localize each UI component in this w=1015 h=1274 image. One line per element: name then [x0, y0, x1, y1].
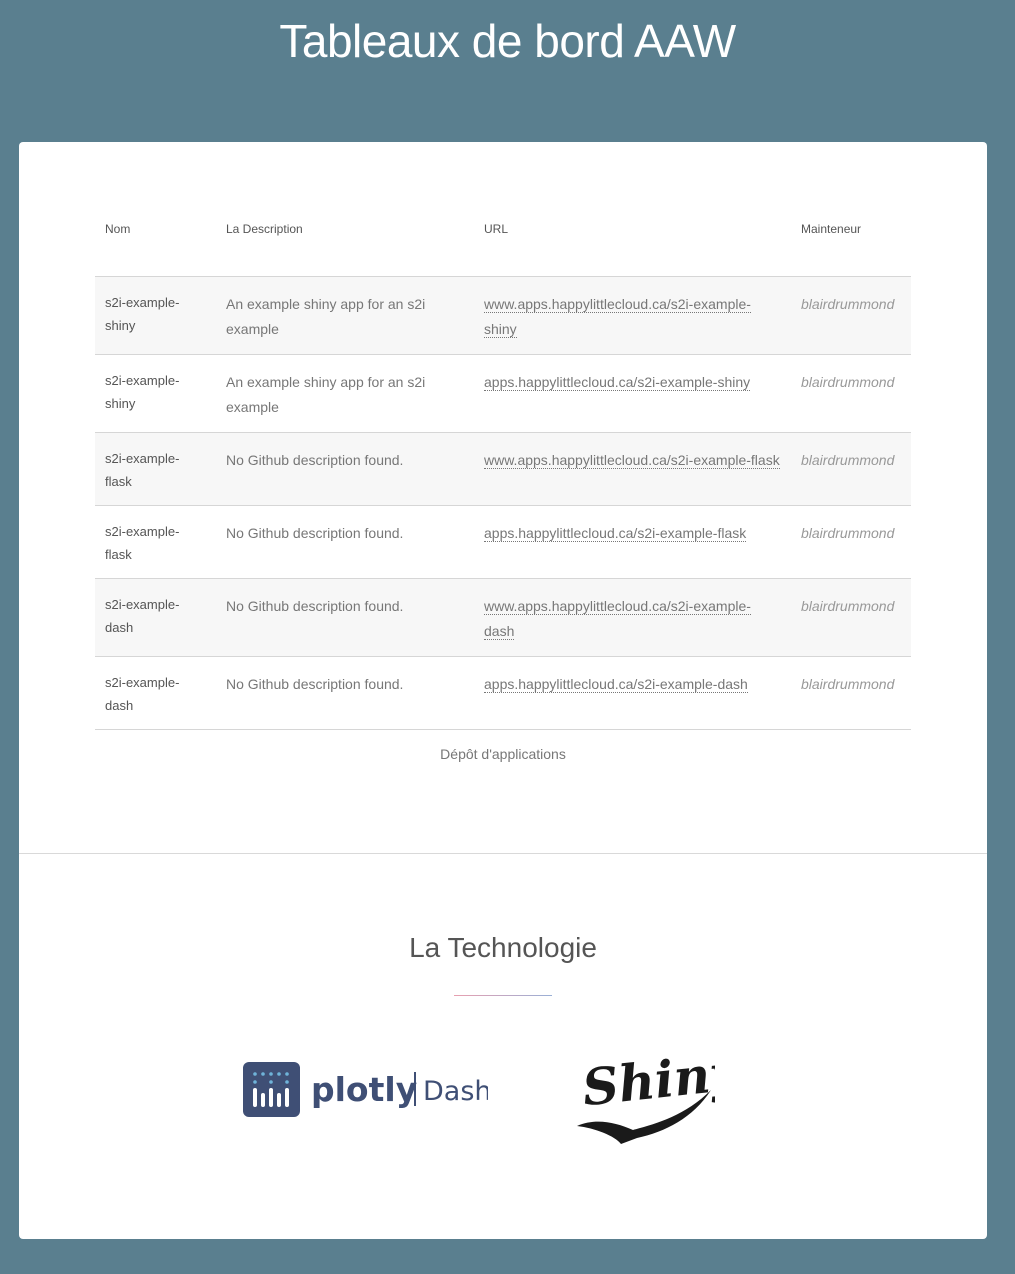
main-card: Nom La Description URL Mainteneur s2i-ex… — [19, 142, 987, 1239]
cell-url-link[interactable]: www.apps.happylittlecloud.ca/s2i-example… — [484, 598, 751, 640]
column-header-maintainer[interactable]: Mainteneur — [791, 202, 911, 277]
table-row: s2i-example-dash No Github description f… — [95, 656, 911, 730]
table-row: s2i-example-shiny An example shiny app f… — [95, 354, 911, 433]
cell-maintainer: blairdrummond — [791, 578, 911, 657]
page-title: Tableaux de bord AAW — [279, 15, 736, 67]
apps-table-container: Nom La Description URL Mainteneur s2i-ex… — [95, 202, 911, 730]
app-repository-link[interactable]: Dépôt d'applications — [19, 746, 987, 762]
cell-url-link[interactable]: www.apps.happylittlecloud.ca/s2i-example… — [484, 452, 780, 469]
cell-maintainer: blairdrummond — [791, 505, 911, 579]
cell-name: s2i-example-shiny — [95, 354, 216, 433]
svg-text:plotly: plotly — [311, 1070, 417, 1109]
cell-description: No Github description found. — [216, 656, 474, 730]
cell-description: An example shiny app for an s2i example — [216, 354, 474, 433]
cell-name: s2i-example-flask — [95, 432, 216, 506]
cell-url-link[interactable]: apps.happylittlecloud.ca/s2i-example-fla… — [484, 525, 747, 542]
cell-maintainer: blairdrummond — [791, 354, 911, 433]
cell-maintainer: blairdrummond — [791, 276, 911, 355]
column-header-name[interactable]: Nom — [95, 202, 216, 277]
section-divider — [19, 853, 987, 854]
table-row: s2i-example-shiny An example shiny app f… — [95, 276, 911, 355]
cell-url-link[interactable]: www.apps.happylittlecloud.ca/s2i-example… — [484, 296, 751, 338]
column-header-url[interactable]: URL — [474, 202, 791, 277]
column-header-description[interactable]: La Description — [216, 202, 474, 277]
cell-maintainer: blairdrummond — [791, 432, 911, 506]
cell-description: An example shiny app for an s2i example — [216, 276, 474, 355]
cell-maintainer: blairdrummond — [791, 656, 911, 730]
shiny-logo[interactable]: Shiny — [575, 1042, 745, 1153]
cell-name: s2i-example-flask — [95, 505, 216, 579]
cell-name: s2i-example-shiny — [95, 276, 216, 355]
cell-name: s2i-example-dash — [95, 578, 216, 657]
technology-title: La Technologie — [409, 932, 597, 963]
table-header-row: Nom La Description URL Mainteneur — [95, 202, 911, 277]
table-row: s2i-example-flask No Github description … — [95, 432, 911, 506]
cell-description: No Github description found. — [216, 578, 474, 657]
cell-url-link[interactable]: apps.happylittlecloud.ca/s2i-example-das… — [484, 676, 748, 693]
plotly-dash-logo[interactable]: plotly Dash — [243, 1060, 492, 1125]
cell-description: No Github description found. — [216, 505, 474, 579]
svg-text:Dash: Dash — [423, 1076, 488, 1107]
apps-table: Nom La Description URL Mainteneur s2i-ex… — [95, 202, 911, 730]
cell-url-link[interactable]: apps.happylittlecloud.ca/s2i-example-shi… — [484, 374, 751, 391]
title-underline — [454, 995, 552, 996]
table-row: s2i-example-flask No Github description … — [95, 505, 911, 579]
cell-description: No Github description found. — [216, 432, 474, 506]
table-row: s2i-example-dash No Github description f… — [95, 578, 911, 657]
table-body: s2i-example-shiny An example shiny app f… — [95, 276, 911, 730]
cell-name: s2i-example-dash — [95, 656, 216, 730]
